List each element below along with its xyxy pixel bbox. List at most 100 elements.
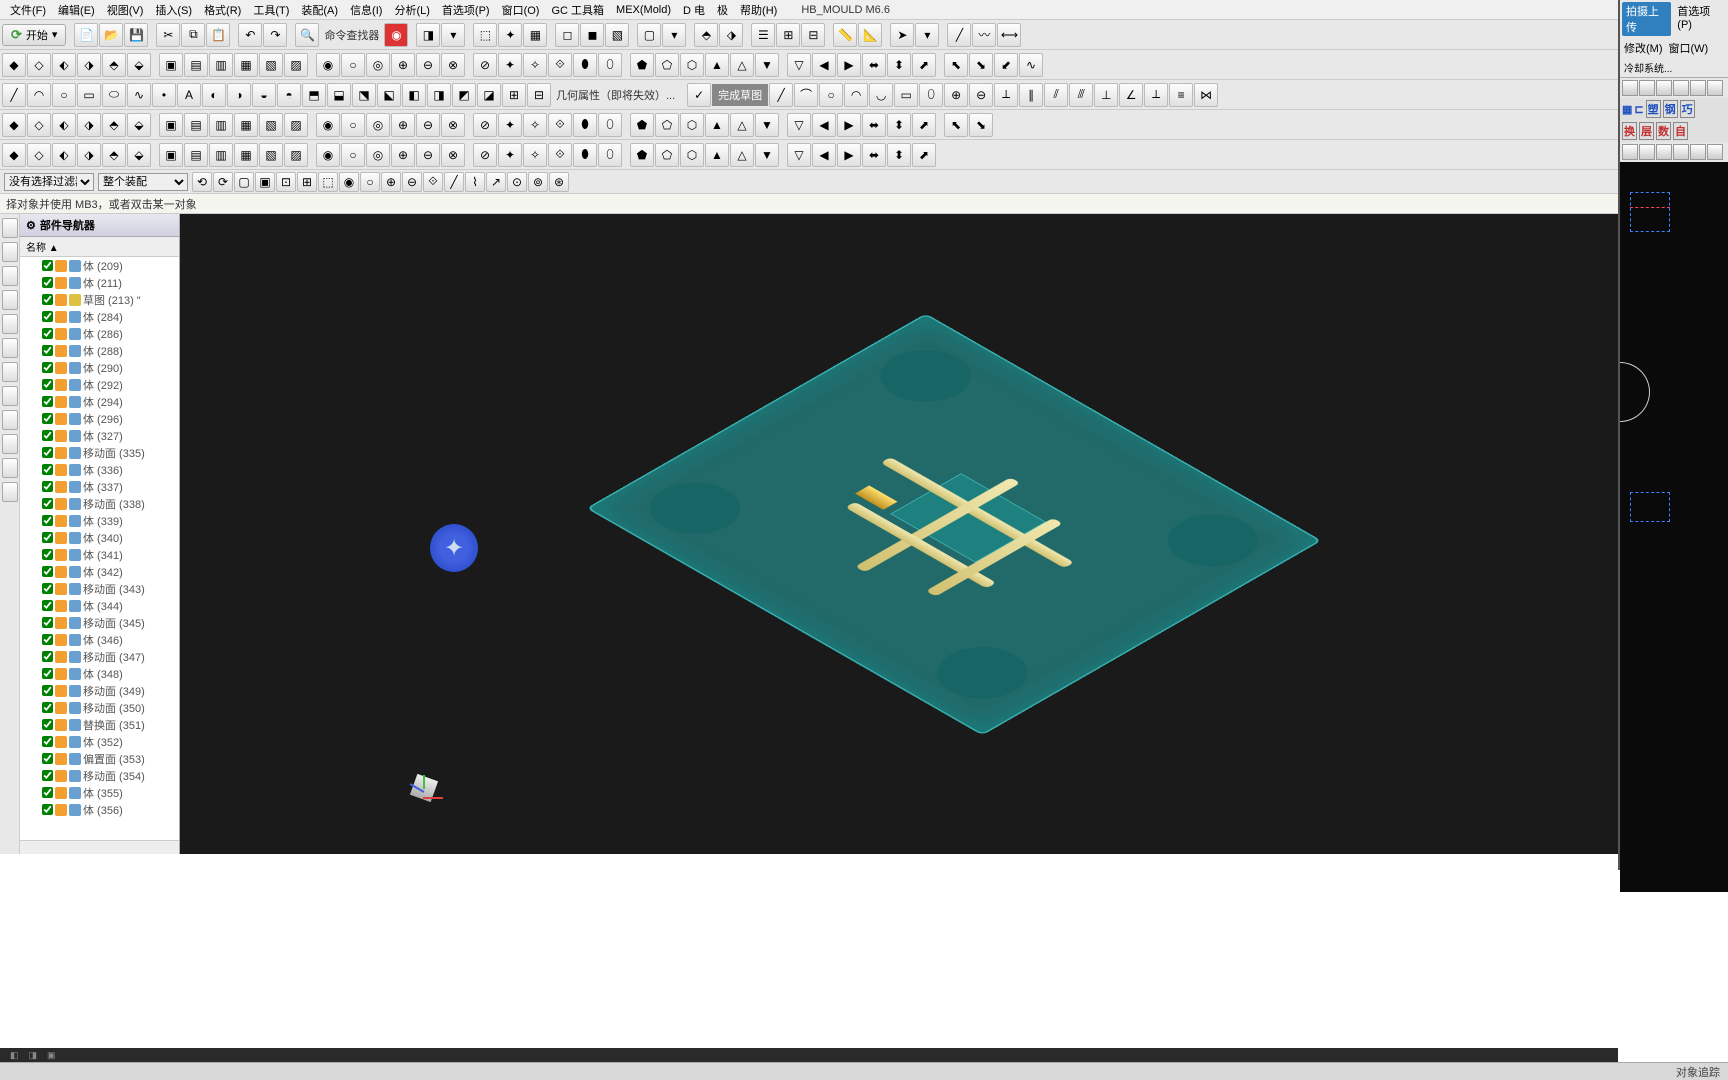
sel-icon-1[interactable]: ⟲ xyxy=(192,172,212,192)
tb4-icon-32[interactable]: ◀ xyxy=(812,113,836,137)
r2-icon-2[interactable] xyxy=(1639,144,1655,160)
tree-checkbox[interactable] xyxy=(42,804,53,815)
resource-tab-1[interactable] xyxy=(2,218,18,238)
menu-analysis[interactable]: 分析(L) xyxy=(388,0,435,20)
selection-mode-icon[interactable]: ⬚ xyxy=(473,23,497,47)
tb3-icon-12[interactable]: ◓ xyxy=(277,83,301,107)
tree-checkbox[interactable] xyxy=(42,362,53,373)
tb3-icon-11[interactable]: ◒ xyxy=(252,83,276,107)
menu-assembly[interactable]: 装配(A) xyxy=(295,0,344,20)
tb2-icon-1[interactable]: ◆ xyxy=(2,53,26,77)
tb3-icon-13[interactable]: ⬒ xyxy=(302,83,326,107)
tb2-icon-40[interactable]: ∿ xyxy=(1019,53,1043,77)
menu-window[interactable]: 窗口(O) xyxy=(496,0,546,20)
tb5-icon-29[interactable]: △ xyxy=(730,143,754,167)
tree-checkbox[interactable] xyxy=(42,532,53,543)
tb3b-icon-18[interactable]: ⋈ xyxy=(1194,83,1218,107)
upload-button[interactable]: 拍摄上传 xyxy=(1622,2,1671,36)
tb4-icon-1[interactable]: ◆ xyxy=(2,113,26,137)
sel-icon-12[interactable]: ⟐ xyxy=(423,172,443,192)
tb2-icon-38[interactable]: ⬊ xyxy=(969,53,993,77)
tb2-icon-37[interactable]: ⬉ xyxy=(944,53,968,77)
tree-checkbox[interactable] xyxy=(42,413,53,424)
arrow-icon[interactable]: ➤ xyxy=(890,23,914,47)
tb2-icon-29[interactable]: △ xyxy=(730,53,754,77)
tb2-icon-23[interactable]: ⬮ xyxy=(573,53,597,77)
tb5-icon-15[interactable]: ◎ xyxy=(366,143,390,167)
menu-view[interactable]: 视图(V) xyxy=(101,0,150,20)
tree-checkbox[interactable] xyxy=(42,430,53,441)
sel-icon-3[interactable]: ▢ xyxy=(234,172,254,192)
tb3-icon-20[interactable]: ◪ xyxy=(477,83,501,107)
sel-icon-16[interactable]: ⊙ xyxy=(507,172,527,192)
tb3b-icon-13[interactable]: ⫻ xyxy=(1069,83,1093,107)
tb2-icon-25[interactable]: ⬟ xyxy=(630,53,654,77)
tb3-icon-16[interactable]: ⬕ xyxy=(377,83,401,107)
sel-icon-13[interactable]: ╱ xyxy=(444,172,464,192)
tree-checkbox[interactable] xyxy=(42,651,53,662)
wireframe-icon[interactable]: ▧ xyxy=(605,23,629,47)
tb5-icon-21[interactable]: ✧ xyxy=(523,143,547,167)
tree-item-0[interactable]: 体 (209) xyxy=(20,257,179,274)
new-file-icon[interactable]: 📄 xyxy=(74,23,98,47)
grid2-icon[interactable]: ⊟ xyxy=(801,23,825,47)
tb3b-icon-7[interactable]: ⬯ xyxy=(919,83,943,107)
tree-item-27[interactable]: 替换面 (351) xyxy=(20,716,179,733)
tree-checkbox[interactable] xyxy=(42,566,53,577)
right-tab-cooling[interactable]: 冷却系统... xyxy=(1620,58,1728,78)
tb5-icon-13[interactable]: ◉ xyxy=(316,143,340,167)
cut-icon[interactable]: ✂ xyxy=(156,23,180,47)
tb5-icon-27[interactable]: ⬡ xyxy=(680,143,704,167)
tree-checkbox[interactable] xyxy=(42,600,53,611)
r-icon-2[interactable] xyxy=(1639,80,1655,96)
resource-tab-5[interactable] xyxy=(2,314,18,334)
graphics-viewport[interactable]: ✦ xyxy=(180,214,1728,854)
tb2-icon-36[interactable]: ⬈ xyxy=(912,53,936,77)
tree-item-2[interactable]: 草图 (213) " xyxy=(20,291,179,308)
tb5-icon-35[interactable]: ⬍ xyxy=(887,143,911,167)
arrow2-icon[interactable]: ▾ xyxy=(915,23,939,47)
tb4-icon-19[interactable]: ⊘ xyxy=(473,113,497,137)
tb5-icon-3[interactable]: ⬖ xyxy=(52,143,76,167)
tree-item-24[interactable]: 体 (348) xyxy=(20,665,179,682)
tb5-icon-19[interactable]: ⊘ xyxy=(473,143,497,167)
arc-icon[interactable]: ◠ xyxy=(27,83,51,107)
tb3-icon-9[interactable]: ◐ xyxy=(202,83,226,107)
tb5-icon-1[interactable]: ◆ xyxy=(2,143,26,167)
tb5-icon-22[interactable]: ⟐ xyxy=(548,143,572,167)
tb2-icon-13[interactable]: ◉ xyxy=(316,53,340,77)
tree-checkbox[interactable] xyxy=(42,464,53,475)
tb3b-icon-1[interactable]: ╱ xyxy=(769,83,793,107)
menu-insert[interactable]: 插入(S) xyxy=(149,0,198,20)
tb3-icon-18[interactable]: ◨ xyxy=(427,83,451,107)
sel-icon-11[interactable]: ⊖ xyxy=(402,172,422,192)
right-viewport[interactable] xyxy=(1620,162,1728,892)
assembly-icon[interactable]: ⬘ xyxy=(694,23,718,47)
tb3b-icon-3[interactable]: ○ xyxy=(819,83,843,107)
sel-icon-10[interactable]: ⊕ xyxy=(381,172,401,192)
tb3b-icon-10[interactable]: ⟂ xyxy=(994,83,1018,107)
tb2-icon-24[interactable]: ⬯ xyxy=(598,53,622,77)
text-icon[interactable]: A xyxy=(177,83,201,107)
tree-item-11[interactable]: 移动面 (335) xyxy=(20,444,179,461)
tb2-icon-7[interactable]: ▣ xyxy=(159,53,183,77)
tb5-icon-16[interactable]: ⊕ xyxy=(391,143,415,167)
tb3-icon-14[interactable]: ⬓ xyxy=(327,83,351,107)
tree-checkbox[interactable] xyxy=(42,345,53,356)
tb5-icon-6[interactable]: ⬙ xyxy=(127,143,151,167)
tb4-icon-22[interactable]: ⟐ xyxy=(548,113,572,137)
tb3-icon-15[interactable]: ⬔ xyxy=(352,83,376,107)
tb2-icon-18[interactable]: ⊗ xyxy=(441,53,465,77)
tb2-icon-39[interactable]: ⬋ xyxy=(994,53,1018,77)
sel-icon-8[interactable]: ◉ xyxy=(339,172,359,192)
open-file-icon[interactable]: 📂 xyxy=(99,23,123,47)
tree-item-26[interactable]: 移动面 (350) xyxy=(20,699,179,716)
tb5-icon-12[interactable]: ▨ xyxy=(284,143,308,167)
tree-item-22[interactable]: 体 (346) xyxy=(20,631,179,648)
r2-icon-4[interactable] xyxy=(1673,144,1689,160)
tb5-icon-30[interactable]: ▼ xyxy=(755,143,779,167)
tree-checkbox[interactable] xyxy=(42,787,53,798)
circle-icon[interactable]: ○ xyxy=(52,83,76,107)
tb5-icon-23[interactable]: ⬮ xyxy=(573,143,597,167)
tb2-icon-35[interactable]: ⬍ xyxy=(887,53,911,77)
